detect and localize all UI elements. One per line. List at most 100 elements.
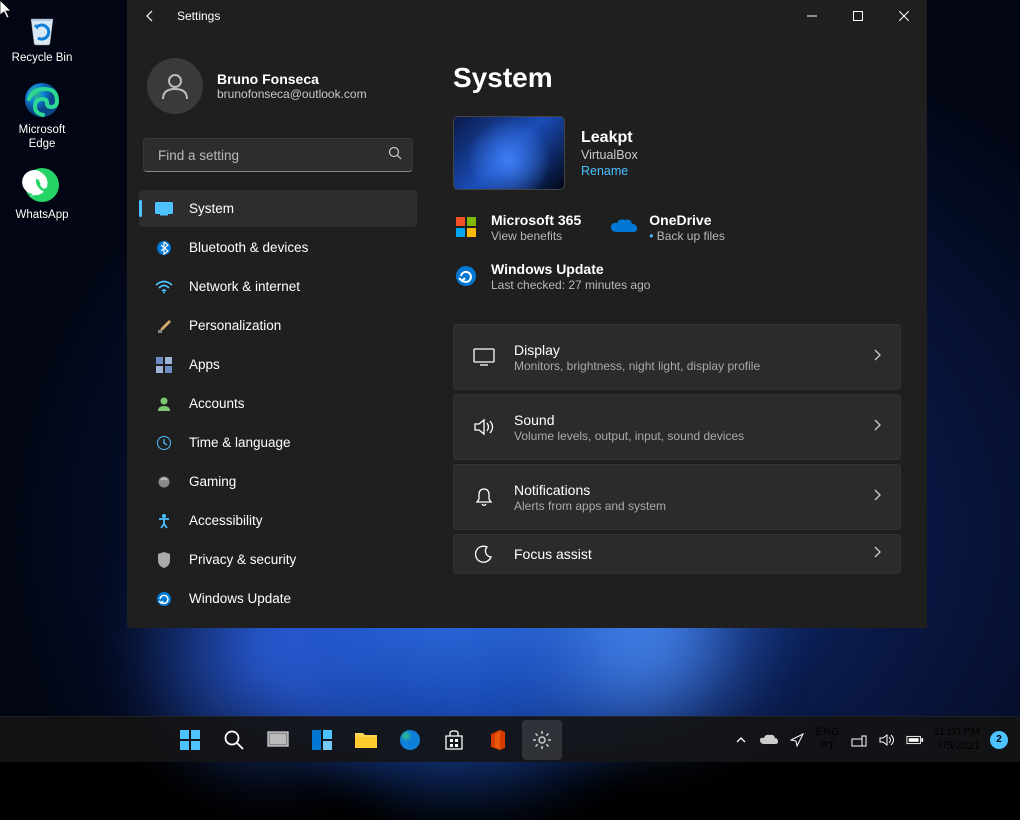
card-title: Focus assist [514, 546, 856, 562]
nav-apps[interactable]: Apps [139, 346, 417, 383]
card-desc: Monitors, brightness, night light, displ… [514, 359, 856, 373]
nav-label: Gaming [189, 474, 236, 489]
taskbar: ENG PT 11:00 PM 7/5/2021 2 [0, 716, 1020, 762]
moon-icon [472, 542, 496, 566]
shield-icon [155, 551, 173, 569]
nav-label: Time & language [189, 435, 291, 450]
bluetooth-icon [155, 239, 173, 257]
language-indicator[interactable]: ENG PT [816, 726, 840, 752]
tray-battery-icon[interactable] [906, 731, 924, 749]
device-thumbnail[interactable] [453, 116, 565, 190]
sidebar: Bruno Fonseca brunofonseca@outlook.com S… [127, 32, 427, 628]
desktop-icon-label: Recycle Bin [12, 52, 73, 66]
tray-location-icon[interactable] [788, 731, 806, 749]
update-icon [453, 263, 479, 289]
tray-network-icon[interactable] [850, 731, 868, 749]
wifi-icon [155, 278, 173, 296]
onedrive-icon [611, 214, 637, 240]
desktop-icon-whatsapp[interactable]: WhatsApp [6, 163, 78, 223]
accessibility-icon [155, 512, 173, 530]
nav-system[interactable]: System [139, 190, 417, 227]
device-row: Leakpt VirtualBox Rename [453, 116, 901, 190]
window-title: Settings [177, 9, 220, 23]
sound-icon [472, 415, 496, 439]
nav-list: System Bluetooth & devices Network & int… [139, 190, 417, 617]
chevron-right-icon [874, 488, 882, 506]
desktop-icon-label: Microsoft Edge [6, 124, 78, 152]
card-title: Display [514, 342, 856, 358]
chevron-right-icon [874, 348, 882, 366]
back-button[interactable] [141, 7, 159, 25]
clock-icon [155, 434, 173, 452]
nav-personalization[interactable]: Personalization [139, 307, 417, 344]
nav-label: Accessibility [189, 513, 263, 528]
taskbar-office[interactable] [478, 720, 518, 760]
nav-accessibility[interactable]: Accessibility [139, 502, 417, 539]
service-desc: Last checked: 27 minutes ago [491, 278, 650, 292]
nav-bluetooth[interactable]: Bluetooth & devices [139, 229, 417, 266]
chevron-right-icon [874, 418, 882, 436]
profile-name: Bruno Fonseca [217, 71, 367, 87]
minimize-button[interactable] [789, 0, 835, 32]
search-box[interactable] [143, 138, 413, 172]
nav-network[interactable]: Network & internet [139, 268, 417, 305]
chevron-right-icon [874, 545, 882, 563]
settings-window: Settings Bruno Fonseca brunofonseca@outl… [127, 0, 927, 628]
taskbar-store[interactable] [434, 720, 474, 760]
rename-link[interactable]: Rename [581, 164, 638, 178]
taskbar-settings[interactable] [522, 720, 562, 760]
nav-gaming[interactable]: Gaming [139, 463, 417, 500]
nav-windows-update[interactable]: Windows Update [139, 580, 417, 617]
profile-section[interactable]: Bruno Fonseca brunofonseca@outlook.com [139, 48, 417, 124]
taskbar-explorer[interactable] [346, 720, 386, 760]
system-icon [155, 200, 173, 218]
service-onedrive[interactable]: OneDrive Back up files [611, 212, 725, 243]
nav-label: Bluetooth & devices [189, 240, 308, 255]
nav-privacy[interactable]: Privacy & security [139, 541, 417, 578]
nav-time-language[interactable]: Time & language [139, 424, 417, 461]
card-display[interactable]: Display Monitors, brightness, night ligh… [453, 324, 901, 390]
desktop-icon-label: WhatsApp [15, 209, 68, 223]
card-desc: Volume levels, output, input, sound devi… [514, 429, 856, 443]
tray-chevron-up-icon[interactable] [732, 731, 750, 749]
nav-accounts[interactable]: Accounts [139, 385, 417, 422]
display-icon [472, 345, 496, 369]
main-panel: System Leakpt VirtualBox Rename Microsof… [427, 32, 927, 628]
taskbar-edge[interactable] [390, 720, 430, 760]
service-name: OneDrive [649, 212, 725, 228]
start-button[interactable] [170, 720, 210, 760]
brush-icon [155, 317, 173, 335]
card-notifications[interactable]: Notifications Alerts from apps and syste… [453, 464, 901, 530]
desktop-icon-edge[interactable]: Microsoft Edge [6, 78, 78, 152]
taskbar-taskview[interactable] [258, 720, 298, 760]
whatsapp-icon [20, 163, 64, 207]
profile-email: brunofonseca@outlook.com [217, 87, 367, 101]
device-name: Leakpt [581, 129, 638, 147]
nav-label: Network & internet [189, 279, 300, 294]
recycle-bin-icon [20, 6, 64, 50]
card-title: Notifications [514, 482, 856, 498]
taskbar-widgets[interactable] [302, 720, 342, 760]
nav-label: Accounts [189, 396, 245, 411]
service-windows-update[interactable]: Windows Update Last checked: 27 minutes … [453, 261, 650, 292]
card-desc: Alerts from apps and system [514, 499, 856, 513]
clock[interactable]: 11:00 PM 7/5/2021 [934, 726, 980, 752]
tray-volume-icon[interactable] [878, 731, 896, 749]
game-icon [155, 473, 173, 491]
service-m365[interactable]: Microsoft 365 View benefits [453, 212, 581, 243]
tray-onedrive-icon[interactable] [760, 731, 778, 749]
search-input[interactable] [158, 148, 380, 163]
taskbar-search[interactable] [214, 720, 254, 760]
service-name: Microsoft 365 [491, 212, 581, 228]
apps-icon [155, 356, 173, 374]
close-button[interactable] [881, 0, 927, 32]
person-icon [155, 395, 173, 413]
card-sound[interactable]: Sound Volume levels, output, input, soun… [453, 394, 901, 460]
avatar-icon [147, 58, 203, 114]
page-heading: System [453, 62, 901, 94]
desktop-icon-recycle-bin[interactable]: Recycle Bin [6, 6, 78, 66]
card-focus-assist[interactable]: Focus assist [453, 534, 901, 574]
notification-badge[interactable]: 2 [990, 731, 1008, 749]
maximize-button[interactable] [835, 0, 881, 32]
nav-label: Windows Update [189, 591, 291, 606]
